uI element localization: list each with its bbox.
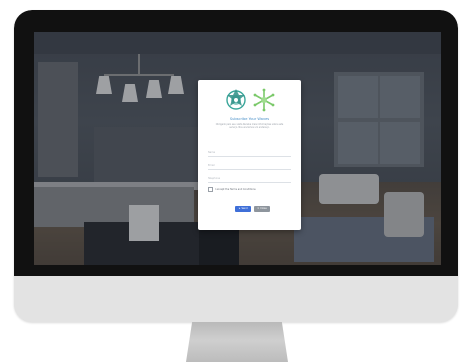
- modal-subtitle: Obrigado pelo seu visita Receba mais inf…: [215, 123, 284, 129]
- monitor-mockup: Subscribe Your Waves Obrigado pelo seu v…: [14, 10, 458, 322]
- telephone-field[interactable]: [208, 176, 291, 183]
- monitor-stand: [186, 322, 288, 362]
- subscribe-modal: Subscribe Your Waves Obrigado pelo seu v…: [198, 80, 301, 230]
- terms-label: I accept the Terms and Conditions: [215, 188, 256, 191]
- monitor-screen: Subscribe Your Waves Obrigado pelo seu v…: [34, 32, 441, 265]
- close-button-label: Close: [260, 207, 267, 210]
- mandala-logo-teal: [226, 89, 246, 110]
- modal-title: Subscribe Your Waves: [229, 117, 270, 121]
- close-icon: ✕: [257, 207, 260, 210]
- name-field[interactable]: [208, 150, 291, 157]
- monitor-chin: [14, 276, 458, 322]
- email-field[interactable]: [208, 163, 291, 170]
- terms-checkbox[interactable]: [208, 187, 213, 192]
- logos: [226, 88, 275, 112]
- send-button-label: Send: [241, 207, 248, 210]
- terms-row[interactable]: I accept the Terms and Conditions: [208, 187, 256, 192]
- page: Subscribe Your Waves Obrigado pelo seu v…: [0, 0, 471, 362]
- monitor-bezel: Subscribe Your Waves Obrigado pelo seu v…: [14, 10, 458, 276]
- snowflake-logo-green: [253, 88, 275, 112]
- close-button[interactable]: ✕Close: [254, 206, 270, 212]
- send-button[interactable]: ➤Send: [235, 206, 251, 212]
